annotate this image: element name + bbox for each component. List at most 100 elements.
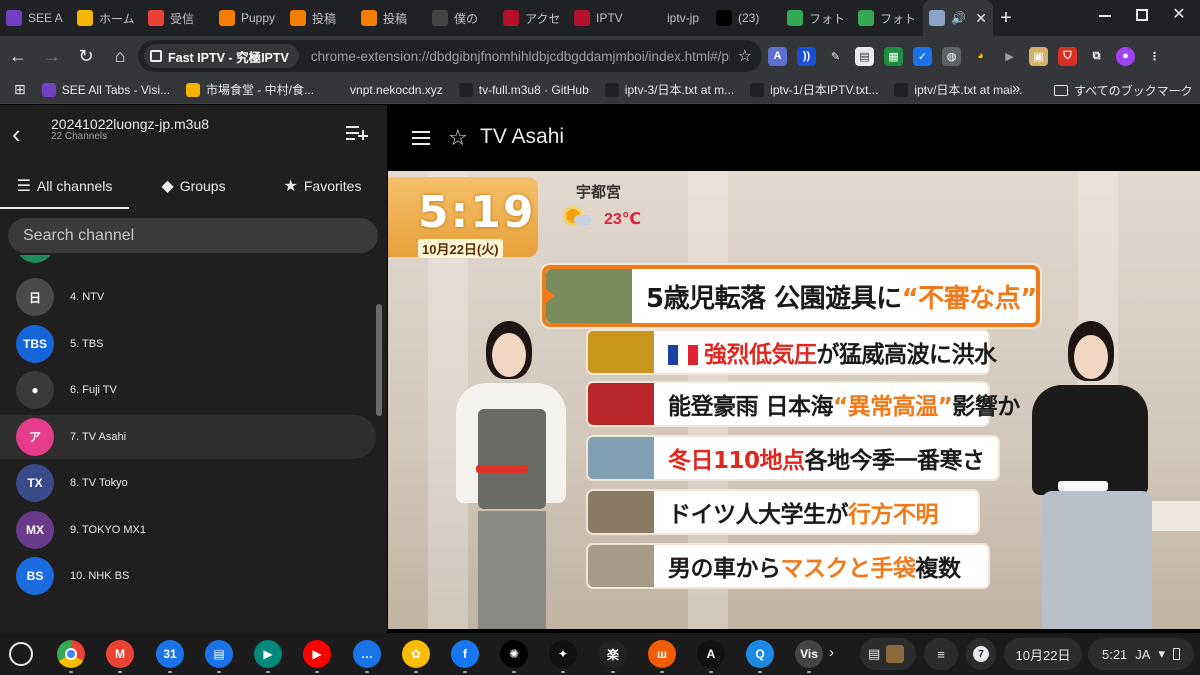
audio-playing-icon[interactable]: 🔊 xyxy=(951,11,966,25)
status-area[interactable]: 5:21 JA ▾ xyxy=(1088,638,1194,670)
shield-ext-icon[interactable]: ⛉ xyxy=(1058,46,1077,66)
new-tab-button[interactable]: + xyxy=(993,7,1019,30)
forward-button[interactable]: → xyxy=(36,40,68,72)
bookmark-item[interactable]: vnpt.nekocdn.xyz xyxy=(322,81,451,98)
anthropic-icon[interactable]: A xyxy=(697,640,725,668)
channel-logo: BS xyxy=(16,557,54,595)
calendar-icon[interactable]: 31 xyxy=(156,640,184,668)
back-arrow-icon[interactable]: ‹ xyxy=(12,121,21,147)
menu-kebab-icon[interactable]: ⋮ xyxy=(1145,47,1164,66)
meet-icon[interactable]: ▶ xyxy=(254,640,282,668)
eyedropper-ext-icon[interactable]: ✎ xyxy=(826,47,845,66)
reload-button[interactable]: ↻ xyxy=(70,40,102,72)
headline-pointer xyxy=(546,289,555,303)
browser-tab[interactable]: アクセ xyxy=(497,0,568,36)
holding-space-tray[interactable]: ▤ xyxy=(860,638,916,670)
all-bookmarks-folder[interactable]: すべてのブックマーク xyxy=(1054,82,1193,99)
globe-ext-icon[interactable]: ◍ xyxy=(942,46,961,66)
browser-tab[interactable]: 受信 xyxy=(142,0,213,36)
bookmark-item[interactable]: iptv-1/日本IPTV.txt... xyxy=(742,81,886,98)
shelf-more-icon[interactable]: › xyxy=(829,644,834,661)
vision-app-icon[interactable]: Vis xyxy=(795,640,823,668)
back-button[interactable]: ← xyxy=(2,40,34,72)
browser-tab[interactable]: フォト xyxy=(852,0,923,36)
tv-ext-icon[interactable]: ▣ xyxy=(1029,46,1048,66)
browser-tab[interactable]: iptv-jp xyxy=(639,0,710,36)
play-ext-icon[interactable]: ▶ xyxy=(1000,47,1019,66)
sidebar-tab-all-channels[interactable]: ☰ All channels xyxy=(0,163,129,209)
site-info-chip[interactable]: Fast IPTV - 究極IPTV xyxy=(144,44,299,68)
browser-tab[interactable]: 投稿 xyxy=(355,0,426,36)
facebook-icon[interactable]: f xyxy=(451,640,479,668)
wave-ext-icon[interactable]: )) xyxy=(797,46,816,66)
files-icon[interactable]: ▤ xyxy=(205,640,233,668)
video-player[interactable]: 5:19 10月22日(火) 宇都宮 23℃ 5歳児転落 公園遊具に“不審な点”… xyxy=(388,171,1200,629)
sidebar-tab-groups[interactable]: ◆ Groups xyxy=(129,163,258,209)
messages-icon[interactable]: … xyxy=(353,640,381,668)
channel-row[interactable]: BS 10. NHK BS xyxy=(0,554,376,598)
channel-list-scrollbar[interactable] xyxy=(376,304,382,416)
date-tray[interactable]: 10月22日 xyxy=(1004,638,1082,670)
gmail-icon[interactable]: M xyxy=(106,640,134,668)
openai-icon[interactable]: ✺ xyxy=(500,640,528,668)
browser-tab[interactable]: 僕の xyxy=(426,0,497,36)
channel-row[interactable]: ● 6. Fuji TV xyxy=(0,368,376,412)
url-text[interactable]: chrome-extension://dbdgibnjfnomhihldbjcd… xyxy=(311,49,730,64)
browser-tab[interactable]: 投稿 xyxy=(284,0,355,36)
bookmark-item[interactable]: iptv/日本.txt at mai... xyxy=(886,81,1030,98)
playlist-add-icon[interactable] xyxy=(346,124,368,144)
bookmark-star-icon[interactable]: ☆ xyxy=(738,46,752,66)
bookmark-item[interactable]: SEE All Tabs - Visi... xyxy=(34,81,178,98)
restore-icon[interactable] xyxy=(1136,9,1148,21)
media-controls-tray[interactable]: ≡ xyxy=(924,638,958,670)
extensions-puzzle-icon[interactable]: ⧉ xyxy=(1087,47,1106,66)
hamburger-menu-icon[interactable] xyxy=(412,131,430,145)
bookmark-item[interactable]: iptv-3/日本.txt at m... xyxy=(597,81,742,98)
channel-row[interactable]: MX 9. TOKYO MX1 xyxy=(0,508,376,552)
bookmarks-overflow-button[interactable]: » xyxy=(1012,80,1020,97)
sparkle-app-icon[interactable]: ✦ xyxy=(549,640,577,668)
channel-row[interactable]: TX 8. TV Tokyo xyxy=(0,461,376,505)
browser-tab[interactable]: ホーム xyxy=(71,0,142,36)
youtube-icon[interactable]: ▶ xyxy=(303,640,331,668)
grid-ext-icon[interactable]: ▦ xyxy=(884,46,903,66)
address-bar[interactable]: Fast IPTV - 究極IPTV chrome-extension://db… xyxy=(138,40,762,72)
headline-text: 能登豪雨 日本海“異常高温”影響か xyxy=(654,387,1020,421)
browser-tab-active[interactable]: 🔊 ✕ xyxy=(923,0,993,36)
browser-tab[interactable]: IPTV xyxy=(568,0,639,36)
browser-tab[interactable]: SEE A xyxy=(0,0,71,36)
browser-tab[interactable]: Puppy xyxy=(213,0,284,36)
channel-logo-text: MX xyxy=(26,522,44,537)
bookmark-favicon-icon xyxy=(41,82,56,97)
bookmark-item[interactable]: tv-full.m3u8 · GitHub xyxy=(451,81,597,98)
bookmark-item[interactable]: 市場食堂 - 中村/食... xyxy=(178,81,322,98)
kanji-app-icon[interactable]: 楽 xyxy=(599,640,627,668)
notification-tray[interactable]: 7 xyxy=(966,638,996,670)
close-window-icon[interactable]: ✕ xyxy=(1172,7,1186,23)
translate-ext-icon[interactable]: A xyxy=(768,46,787,66)
favorite-star-icon[interactable]: ☆ xyxy=(448,125,468,151)
pacman-ext-icon[interactable]: ◕ xyxy=(971,47,990,66)
apps-grid-icon[interactable]: ⊞ xyxy=(0,81,34,98)
channel-list: 日 4. NTV TBS 5. TBS ● 6. Fuji TV ア 7. TV Asahi T… xyxy=(0,255,387,607)
photos-icon[interactable]: ✿ xyxy=(402,640,430,668)
channel-row[interactable]: 日 4. NTV xyxy=(0,275,376,319)
note-ext-icon[interactable]: ✓ xyxy=(913,46,932,66)
bookmark-label: iptv/日本.txt at mai... xyxy=(914,83,1023,97)
minimize-icon[interactable] xyxy=(1098,8,1112,22)
orange-app-icon[interactable]: ш xyxy=(648,640,676,668)
search-app-icon[interactable]: Q xyxy=(746,640,774,668)
channel-row[interactable]: ア 7. TV Asahi xyxy=(0,414,376,459)
home-button[interactable]: ⌂ xyxy=(104,40,136,72)
shelf-app-glyph: f xyxy=(463,647,467,661)
chrome-icon[interactable] xyxy=(57,640,85,668)
search-channel-input[interactable]: Search channel xyxy=(8,218,378,253)
close-tab-icon[interactable]: ✕ xyxy=(975,10,987,27)
sidebar-tab-favorites[interactable]: ★ Favorites xyxy=(258,163,387,209)
launcher-icon[interactable] xyxy=(9,642,33,666)
browser-tab[interactable]: (23) xyxy=(710,0,781,36)
profile-avatar-icon[interactable]: ● xyxy=(1116,46,1135,66)
doc-ext-icon[interactable]: ▤ xyxy=(855,46,874,66)
channel-row[interactable]: TBS 5. TBS xyxy=(0,322,376,366)
browser-tab[interactable]: フォト xyxy=(781,0,852,36)
